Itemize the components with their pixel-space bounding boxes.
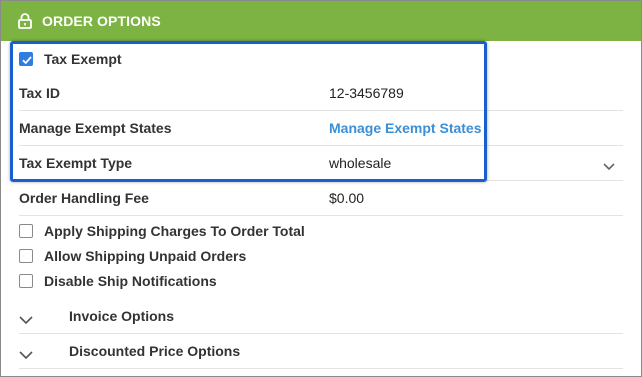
chevron-down-icon[interactable]: [19, 347, 33, 359]
allow-shipping-unpaid-checkbox[interactable]: [19, 249, 33, 263]
order-handling-fee-row: Order Handling Fee $0.00: [19, 181, 623, 216]
allow-shipping-unpaid-label: Allow Shipping Unpaid Orders: [44, 248, 247, 264]
manage-exempt-states-row: Manage Exempt States Manage Exempt State…: [19, 111, 623, 146]
manage-exempt-states-label: Manage Exempt States: [19, 120, 172, 136]
allow-shipping-unpaid-row[interactable]: Allow Shipping Unpaid Orders: [19, 245, 623, 267]
apply-shipping-charges-checkbox[interactable]: [19, 224, 33, 238]
tax-exempt-row[interactable]: Tax Exempt: [19, 44, 623, 74]
order-handling-fee-label: Order Handling Fee: [19, 190, 149, 206]
order-handling-fee-value[interactable]: $0.00: [329, 190, 364, 206]
disable-ship-notifications-row[interactable]: Disable Ship Notifications: [19, 270, 623, 292]
invoice-options-section[interactable]: Invoice Options: [19, 299, 623, 334]
order-options-panel: ORDER OPTIONS Tax Exempt Tax ID 12-34567…: [0, 0, 642, 377]
tax-exempt-checkbox[interactable]: [19, 52, 33, 66]
apply-shipping-charges-row[interactable]: Apply Shipping Charges To Order Total: [19, 220, 623, 242]
tax-id-row: Tax ID 12-3456789: [19, 76, 623, 111]
tax-id-label: Tax ID: [19, 85, 60, 101]
discounted-price-options-label: Discounted Price Options: [69, 343, 241, 359]
invoice-options-label: Invoice Options: [69, 308, 175, 324]
tax-exempt-type-select[interactable]: wholesale: [329, 155, 391, 171]
lock-icon: [18, 13, 32, 29]
chevron-down-icon[interactable]: [603, 158, 615, 171]
panel-title: ORDER OPTIONS: [42, 13, 161, 29]
disable-ship-notifications-label: Disable Ship Notifications: [44, 273, 217, 289]
manage-exempt-states-link[interactable]: Manage Exempt States: [329, 120, 482, 136]
tax-exempt-type-row[interactable]: Tax Exempt Type wholesale: [19, 146, 623, 181]
discounted-price-options-section[interactable]: Discounted Price Options: [19, 334, 623, 369]
apply-shipping-charges-label: Apply Shipping Charges To Order Total: [44, 223, 305, 239]
chevron-down-icon[interactable]: [19, 312, 33, 324]
tax-exempt-type-label: Tax Exempt Type: [19, 155, 133, 171]
disable-ship-notifications-checkbox[interactable]: [19, 274, 33, 288]
panel-header: ORDER OPTIONS: [1, 1, 641, 41]
tax-id-value[interactable]: 12-3456789: [329, 85, 404, 101]
tax-exempt-label: Tax Exempt: [44, 51, 122, 67]
